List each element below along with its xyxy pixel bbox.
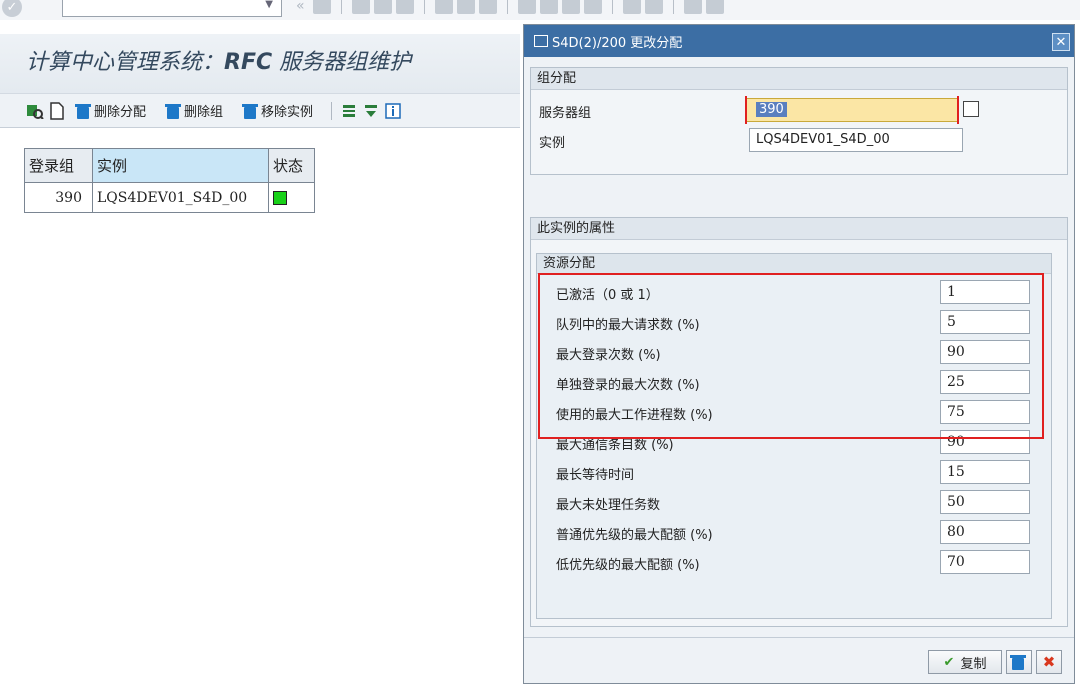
group-assignment-section: 组分配 服务器组 390 实例 LQS4DEV01_S4D_00 [530, 67, 1068, 175]
back-icon[interactable] [351, 0, 370, 14]
toolbar-separator [340, 0, 342, 14]
last-page-icon[interactable] [583, 0, 602, 14]
resource-allocation-header: 资源分配 [537, 254, 1051, 274]
toolbar-separator [331, 101, 333, 120]
table-row[interactable]: 390 LQS4DEV01_S4D_00 [24, 182, 315, 213]
field-normal-priority-quota[interactable]: 80 [940, 520, 1030, 544]
cell-instance[interactable]: LQS4DEV01_S4D_00 [92, 182, 269, 213]
toolbar-separator [611, 0, 613, 14]
trash-icon [74, 102, 92, 120]
delete-group-button[interactable]: 删除组 [164, 101, 223, 120]
copy-button[interactable]: ✔ 复制 [928, 650, 1002, 674]
server-group-value: 390 [756, 102, 787, 117]
toolbar-separator [423, 0, 425, 14]
next-page-icon[interactable] [561, 0, 580, 14]
cancel-x-icon: ✖ [1042, 653, 1056, 671]
print-icon[interactable] [434, 0, 453, 14]
find-next-icon[interactable] [478, 0, 497, 14]
shortcut-icon[interactable] [644, 0, 663, 14]
save-icon[interactable] [312, 0, 331, 14]
value-help-icon[interactable] [963, 101, 979, 117]
new-session-icon[interactable] [622, 0, 641, 14]
system-toolbar: ✓ ▼ « [0, 0, 1080, 20]
application-toolbar: 删除分配 删除组 移除实例 [0, 94, 520, 128]
first-page-icon[interactable] [517, 0, 536, 14]
cancel-button[interactable]: ✖ [1036, 650, 1062, 674]
enter-check-icon[interactable]: ✓ [2, 0, 22, 17]
instance-properties-header: 此实例的属性 [531, 218, 1067, 240]
page-title-rfc: RFC [224, 50, 273, 75]
delete-group-label: 删除组 [184, 105, 224, 120]
row-label-max-pending-tasks: 最大未处理任务数 [556, 498, 661, 513]
instance-label: 实例 [539, 136, 566, 151]
trash-icon [164, 102, 182, 120]
command-field[interactable]: ▼ [62, 0, 282, 17]
main-screen: 计算中心管理系统：RFC 服务器组维护 删除分配 删除组 移除实例 登录组 实例… [0, 20, 520, 684]
field-max-wait-time[interactable]: 15 [940, 460, 1030, 484]
system-toolbar-icons: « [296, 0, 724, 14]
page-title: 计算中心管理系统：RFC 服务器组维护 [26, 44, 411, 76]
table-header-row: 登录组 实例 状态 [24, 148, 315, 183]
find-icon[interactable] [456, 0, 475, 14]
column-header-status: 状态 [268, 148, 315, 183]
help-icon[interactable] [683, 0, 702, 14]
highlight-box [538, 273, 1044, 439]
field-low-priority-quota[interactable]: 70 [940, 550, 1030, 574]
change-assignment-dialog: S4D(2)/200 更改分配 ✕ 组分配 服务器组 390 实例 LQS4DE… [523, 24, 1075, 684]
server-group-field[interactable]: 390 [745, 98, 959, 122]
cell-status [268, 182, 315, 213]
layout-menu-icon[interactable] [705, 0, 724, 14]
prev-page-icon[interactable] [539, 0, 558, 14]
copy-button-label: 复制 [960, 656, 987, 672]
checkmark-icon: ✔ [943, 654, 955, 670]
close-icon[interactable]: ✕ [1052, 33, 1070, 51]
delete-assignment-label: 删除分配 [94, 105, 147, 120]
toolbar-separator [672, 0, 674, 14]
title-bar: 计算中心管理系统：RFC 服务器组维护 [0, 34, 520, 94]
dialog-title-bar: S4D(2)/200 更改分配 ✕ [524, 25, 1074, 57]
group-assignment-header: 组分配 [531, 68, 1067, 90]
page-title-prefix: 计算中心管理系统： [26, 50, 225, 75]
server-group-label: 服务器组 [539, 106, 592, 121]
trash-icon [1009, 653, 1027, 671]
assignment-table: 登录组 实例 状态 390 LQS4DEV01_S4D_00 [24, 148, 315, 213]
page-title-suffix: 服务器组维护 [272, 50, 412, 75]
column-header-logon-group: 登录组 [24, 148, 93, 183]
dialog-title: S4D(2)/200 更改分配 [552, 35, 683, 51]
exit-icon[interactable] [373, 0, 392, 14]
remove-instance-label: 移除实例 [261, 105, 314, 120]
back-double-chevron-icon[interactable]: « [296, 0, 305, 14]
delete-assignment-button[interactable]: 删除分配 [74, 101, 146, 120]
new-document-icon[interactable] [48, 101, 66, 120]
display-glasses-icon[interactable] [26, 102, 44, 120]
column-header-instance: 实例 [92, 148, 269, 183]
cell-logon-group[interactable]: 390 [24, 182, 93, 213]
cancel-icon[interactable] [395, 0, 414, 14]
info-icon[interactable] [384, 102, 402, 120]
field-max-pending-tasks[interactable]: 50 [940, 490, 1030, 514]
toolbar-separator [506, 0, 508, 14]
row-label-max-wait-time: 最长等待时间 [556, 468, 635, 483]
collapse-all-icon[interactable] [362, 102, 380, 120]
remove-instance-button[interactable]: 移除实例 [241, 101, 313, 120]
delete-button[interactable] [1006, 650, 1032, 674]
window-icon [534, 35, 548, 47]
dialog-footer: ✔ 复制 ✖ [524, 637, 1074, 683]
instance-field[interactable]: LQS4DEV01_S4D_00 [749, 128, 963, 152]
trash-icon [241, 102, 259, 120]
chevron-down-icon[interactable]: ▼ [265, 0, 273, 10]
row-label-normal-priority-quota: 普通优先级的最大配额 (%) [556, 528, 713, 543]
expand-all-icon[interactable] [340, 102, 358, 120]
status-green-icon [273, 190, 287, 205]
row-label-low-priority-quota: 低优先级的最大配额 (%) [556, 558, 700, 573]
